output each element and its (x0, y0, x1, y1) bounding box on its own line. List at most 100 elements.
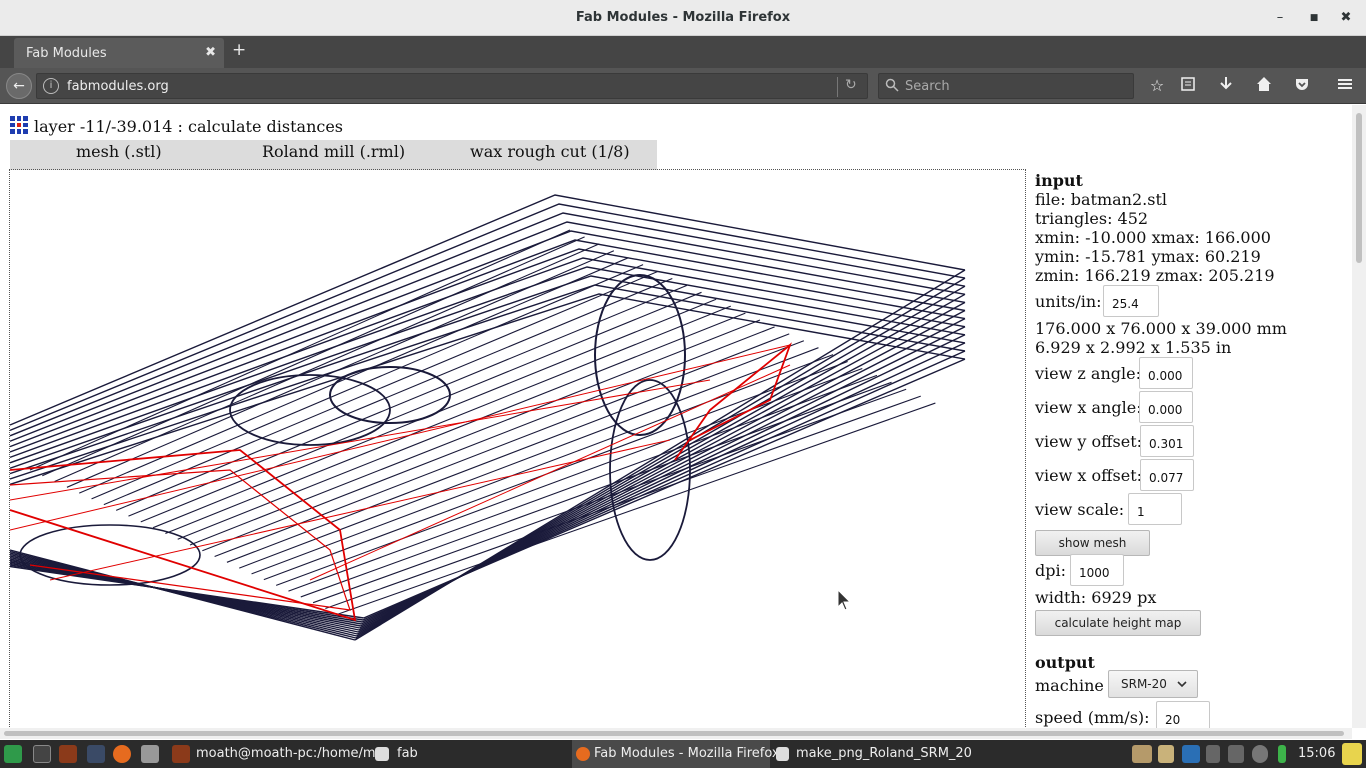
file-label: file: batman2.stl (1035, 190, 1167, 209)
minimize-button[interactable]: – (1270, 8, 1290, 28)
tab-label: Fab Modules (26, 46, 107, 61)
download-icon[interactable] (1215, 76, 1237, 96)
firefox-launcher-icon[interactable] (113, 745, 131, 763)
reading-list-icon[interactable] (1177, 76, 1199, 96)
fab-logo-icon (10, 116, 28, 134)
url-separator (837, 77, 838, 97)
show-mesh-button[interactable]: show mesh (1035, 530, 1150, 556)
z-range-label: zmin: 166.219 zmax: 205.219 (1035, 266, 1275, 285)
taskbar-item-firefox[interactable]: Fab Modules - Mozilla Firefox (572, 740, 780, 768)
calculate-height-map-button[interactable]: calculate height map (1035, 610, 1201, 636)
tray-vscode-icon[interactable] (1182, 745, 1200, 763)
toolpath-canvas[interactable] (10, 170, 1027, 728)
pocket-icon[interactable] (1291, 76, 1313, 96)
hamburger-menu-icon[interactable] (1334, 76, 1356, 96)
tray-files-icon[interactable] (1132, 745, 1152, 763)
horizontal-scroll-thumb[interactable] (4, 731, 1344, 736)
tab-bar: Fab Modules ✖ (0, 36, 1366, 68)
tray-user-icon[interactable] (1342, 743, 1362, 765)
app-menu-icon[interactable] (4, 745, 22, 763)
url-bar[interactable]: i fabmodules.org ↻ (36, 73, 868, 99)
view-scale-input[interactable]: 1 (1128, 493, 1182, 525)
view-y-offset-input[interactable]: 0.301 (1140, 425, 1194, 457)
navigation-bar: ← i fabmodules.org ↻ Search ☆ (0, 68, 1366, 104)
terminal-icon[interactable] (33, 745, 51, 763)
url-text[interactable]: fabmodules.org (67, 79, 169, 94)
crt-terminal-icon[interactable] (59, 745, 77, 763)
vertical-scrollbar[interactable] (1352, 105, 1366, 728)
close-tab-icon[interactable]: ✖ (205, 45, 216, 60)
module-tabs: mesh (.stl) Roland mill (.rml) wax rough… (10, 140, 657, 170)
units-input[interactable]: 25.4 (1103, 285, 1159, 317)
tab-mesh-stl[interactable]: mesh (.stl) (76, 142, 162, 161)
maximize-button[interactable]: ■ (1304, 8, 1324, 28)
size-mm-label: 176.000 x 76.000 x 39.000 mm (1035, 319, 1287, 338)
view-y-offset-label: view y offset: (1035, 432, 1143, 451)
dpi-input[interactable]: 1000 (1070, 554, 1124, 586)
toolpath-scan-line (312, 388, 907, 604)
cut-edge-line (309, 364, 791, 581)
tray-settings-icon[interactable] (1252, 745, 1268, 763)
toolpath-layer-edge (10, 293, 966, 486)
close-window-button[interactable]: ✖ (1336, 8, 1356, 28)
taskbar-item-make-png[interactable]: make_png_Roland_SRM_20 (796, 740, 972, 768)
bookmark-star-icon[interactable]: ☆ (1146, 76, 1168, 95)
taskbar-item-firefox-label: Fab Modules - Mozilla Firefox (594, 746, 780, 761)
search-placeholder: Search (905, 79, 950, 94)
view-scale-label: view scale: (1035, 500, 1125, 519)
vertical-scroll-thumb[interactable] (1356, 113, 1362, 263)
toolpath-layer-edge (10, 194, 966, 426)
page-content: layer -11/-39.014 : calculate distances … (0, 105, 1366, 728)
new-tab-button[interactable]: + (232, 40, 246, 60)
speed-label: speed (mm/s): (1035, 708, 1150, 727)
system-taskbar: moath@moath-pc:/home/m... fab Fab Module… (0, 740, 1366, 768)
tray-volume-icon[interactable] (1228, 745, 1244, 763)
toolpath-scan-line (325, 395, 921, 609)
window-title-bar: Fab Modules - Mozilla Firefox – ■ ✖ (0, 0, 1366, 36)
tools-icon[interactable] (141, 745, 159, 763)
inkscape-icon[interactable] (87, 745, 105, 763)
toolpath-layer-edge (10, 221, 966, 442)
toolpath-layer-edge (10, 565, 364, 619)
taskbar-item-fab[interactable]: fab (397, 740, 418, 768)
back-button[interactable]: ← (6, 73, 32, 99)
site-info-icon[interactable]: i (43, 78, 59, 94)
toolpath-scan-line (275, 367, 863, 586)
home-icon[interactable] (1253, 76, 1275, 96)
search-input[interactable]: Search (878, 73, 1134, 99)
toolpath-viewport[interactable] (9, 169, 1026, 728)
machine-label: machine (1035, 676, 1104, 695)
view-x-angle-input[interactable]: 0.000 (1139, 391, 1193, 423)
tray-clipboard-icon[interactable] (1158, 745, 1174, 763)
triangles-label: triangles: 452 (1035, 209, 1149, 228)
tab-wax-rough-cut[interactable]: wax rough cut (1/8) (470, 142, 630, 161)
machine-select[interactable]: SRM-20 (1108, 670, 1198, 698)
speed-input[interactable]: 20 (1156, 701, 1210, 728)
reload-icon[interactable]: ↻ (845, 77, 857, 93)
cut-edge-line (10, 379, 711, 501)
machine-select-value: SRM-20 (1121, 677, 1167, 691)
magnifier-icon (885, 78, 899, 95)
toolpath-scan-line (288, 374, 878, 592)
x-range-label: xmin: -10.000 xmax: 166.000 (1035, 228, 1271, 247)
tab-roland-mill[interactable]: Roland mill (.rml) (262, 142, 405, 161)
dpi-label: dpi: (1035, 561, 1066, 580)
horizontal-scrollbar[interactable] (0, 728, 1352, 739)
tray-battery-icon[interactable] (1278, 745, 1286, 763)
firefox-window-icon (576, 747, 590, 761)
input-heading: input (1035, 171, 1083, 190)
document-icon (776, 747, 789, 761)
width-label: width: 6929 px (1035, 588, 1157, 607)
folder-icon (375, 747, 389, 761)
tray-network-icon[interactable] (1206, 745, 1220, 763)
view-x-offset-input[interactable]: 0.077 (1140, 459, 1194, 491)
taskbar-item-terminal[interactable]: moath@moath-pc:/home/m... (196, 740, 388, 768)
crt-window-icon (172, 745, 190, 763)
mouse-cursor-icon (837, 588, 852, 615)
window-title: Fab Modules - Mozilla Firefox (575, 10, 791, 25)
toolpath-contour (229, 374, 391, 446)
y-range-label: ymin: -15.781 ymax: 60.219 (1035, 247, 1261, 266)
tab-fab-modules[interactable]: Fab Modules ✖ (14, 38, 224, 68)
view-z-angle-input[interactable]: 0.000 (1139, 357, 1193, 389)
view-x-angle-label: view x angle: (1035, 398, 1142, 417)
